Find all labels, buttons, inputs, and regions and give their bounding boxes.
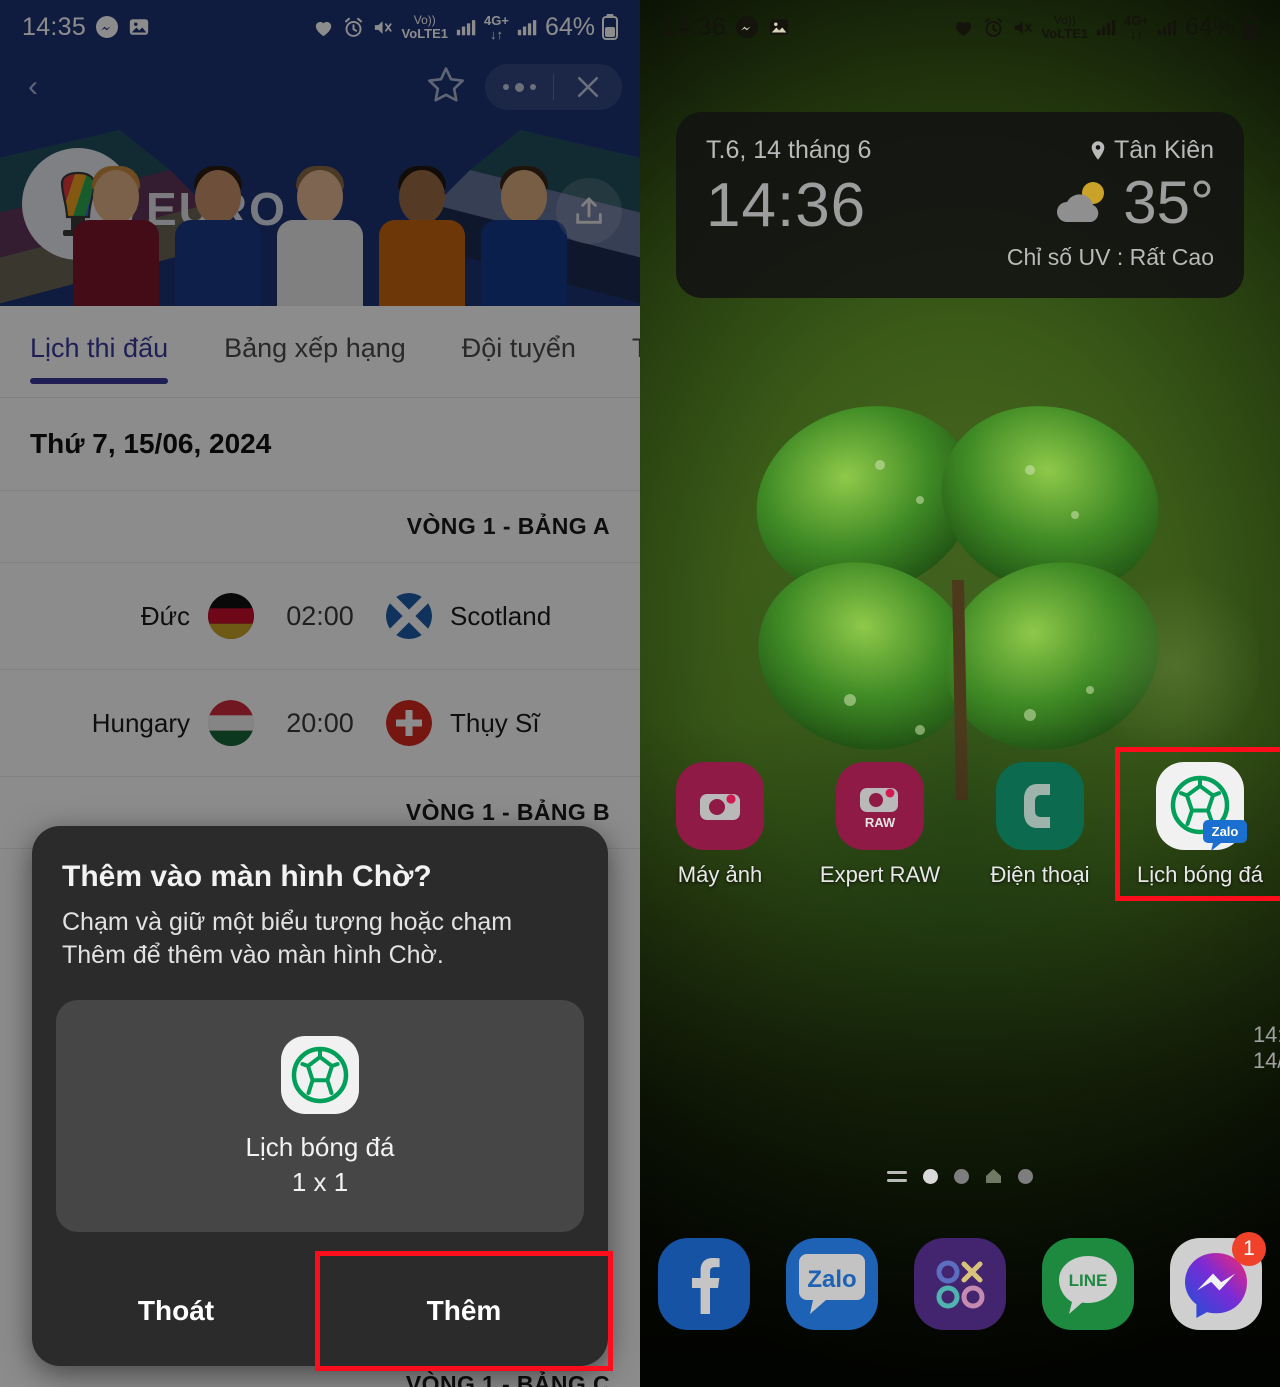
widget-name: Lịch bóng đá [245,1132,395,1162]
camera-icon [676,762,764,850]
mute-icon [1014,20,1032,34]
app-cell-expert-raw[interactable]: RAW Expert RAW [800,752,960,896]
widget-temperature: 35° [1123,169,1214,236]
dock-cell-zalo[interactable]: Zalo [768,1238,896,1330]
zalo-badge-icon: Zalo [1203,820,1247,851]
dock-cell-line[interactable]: LINE [1024,1238,1152,1330]
galaxy-store-icon [914,1238,1006,1330]
app-label: Máy ảnh [677,862,763,887]
location-name: Tân Kiên [1113,136,1214,164]
widget-date: T.6, 14 tháng 6 [706,136,872,164]
phone-handset-icon [996,762,1084,850]
volte-label: VoLTE1 [1041,26,1089,41]
dock-cell-facebook[interactable] [640,1238,768,1330]
app-cell-phone[interactable]: Điện thoại [960,752,1120,896]
app-label: Expert RAW [819,862,941,887]
dock-cell-galaxy-store[interactable] [896,1238,1024,1330]
svg-text:LINE: LINE [1069,1271,1108,1290]
zalo-icon: Zalo [786,1238,878,1330]
widget-size: 1 x 1 [291,1167,349,1197]
dialog-description: Chạm và giữ một biểu tượng hoặc chạm Thê… [62,908,513,969]
status-bar-left: 14:36 [662,13,790,42]
cancel-button[interactable]: Thoát [32,1256,320,1366]
notification-badge: 1 [1232,1232,1266,1266]
page-dot[interactable] [1018,1168,1033,1184]
app-cell-lich-bong-da[interactable]: Zalo Lịch bóng đá [1120,752,1280,896]
app-cell-camera[interactable]: Máy ảnh [640,752,800,896]
soccer-ball-icon: Zalo [1156,762,1247,851]
svg-text:Zalo: Zalo [807,1266,856,1293]
storage-timestamp-row: 14:35 14/6 [1253,1022,1280,1074]
add-to-home-dialog: Thêm vào màn hình Chờ? Chạm và giữ một b… [32,826,608,1366]
screenshot-stage: 14:35 Vo)) VoLTE1 4G+ ↓↑ 64% ‹ Lịch thi … [0,0,1280,1387]
heart-icon [955,21,971,36]
partly-cloudy-icon [1057,182,1105,222]
page-indicator [640,1168,1280,1184]
photo-icon [769,19,789,35]
battery-icon [1242,14,1258,40]
line-icon: LINE [1042,1238,1134,1330]
widget-location: Tân Kiên [1089,136,1214,165]
widget-preview[interactable]: Lịch bóng đá 1 x 1 [56,1000,584,1232]
right-status-bar: 14:36 Vo)) VoLTE1 4G+ ↓↑ 64% [640,0,1280,54]
battery-percent: 64% [1184,12,1235,41]
apps-list-icon[interactable] [887,1170,907,1182]
messenger-icon: 1 [1170,1232,1266,1330]
map-pin-icon [1091,140,1105,160]
add-button[interactable]: Thêm [320,1256,608,1366]
weather-readout: 35° [1053,173,1214,233]
dialog-title: Thêm vào màn hình Chờ? [62,860,432,893]
right-phone-screen: 14:36 Vo)) VoLTE1 4G+ ↓↑ 64% T.6, 14 thá… [640,0,1280,1387]
signal-icon [1096,20,1116,36]
data-icon: 4G+ ↓↑ [1124,12,1149,42]
messenger-icon [736,16,759,38]
home-page-icon[interactable] [985,1168,1002,1184]
app-label: Lịch bóng đá [1137,862,1263,887]
network-label: 4G+ [1124,12,1149,28]
status-time: 14:36 [662,12,727,41]
volte-icon: Vo)) VoLTE1 [1041,13,1089,41]
widget-uv-index: Chỉ số UV : Rất Cao [1006,244,1214,271]
svg-text:Zalo: Zalo [1212,824,1239,839]
soccer-ball-icon [281,1036,359,1114]
clock-weather-widget[interactable]: T.6, 14 tháng 6 Tân Kiên 14:36 35° Chỉ s… [676,112,1244,298]
left-phone-screen: 14:35 Vo)) VoLTE1 4G+ ↓↑ 64% ‹ Lịch thi … [0,0,640,1387]
dock-cell-messenger[interactable]: 1 [1152,1232,1280,1330]
app-label: Điện thoại [990,862,1090,887]
alarm-icon [984,17,1002,37]
facebook-icon [658,1238,750,1330]
page-dot[interactable] [954,1168,969,1184]
storage-timestamp: 14:35 14/6 [1252,1022,1280,1073]
home-app-row: Máy ảnh RAW Expert RAW Điện thoại Zalo L… [640,752,1280,896]
status-bar-right: Vo)) VoLTE1 4G+ ↓↑ 64% [952,13,1258,42]
expert-raw-icon: RAW [836,762,924,850]
dialog-actions: Thoát Thêm [32,1256,608,1366]
page-dot[interactable] [923,1168,938,1184]
clock-widget-top: T.6, 14 tháng 6 Tân Kiên [706,136,1214,165]
clock-widget-mid: 14:36 35° [706,171,1214,240]
widget-time: 14:36 [706,171,867,240]
signal2-icon [1157,20,1177,36]
home-dock: Zalo LINE 1 [640,1232,1280,1330]
svg-text:RAW: RAW [865,815,896,830]
